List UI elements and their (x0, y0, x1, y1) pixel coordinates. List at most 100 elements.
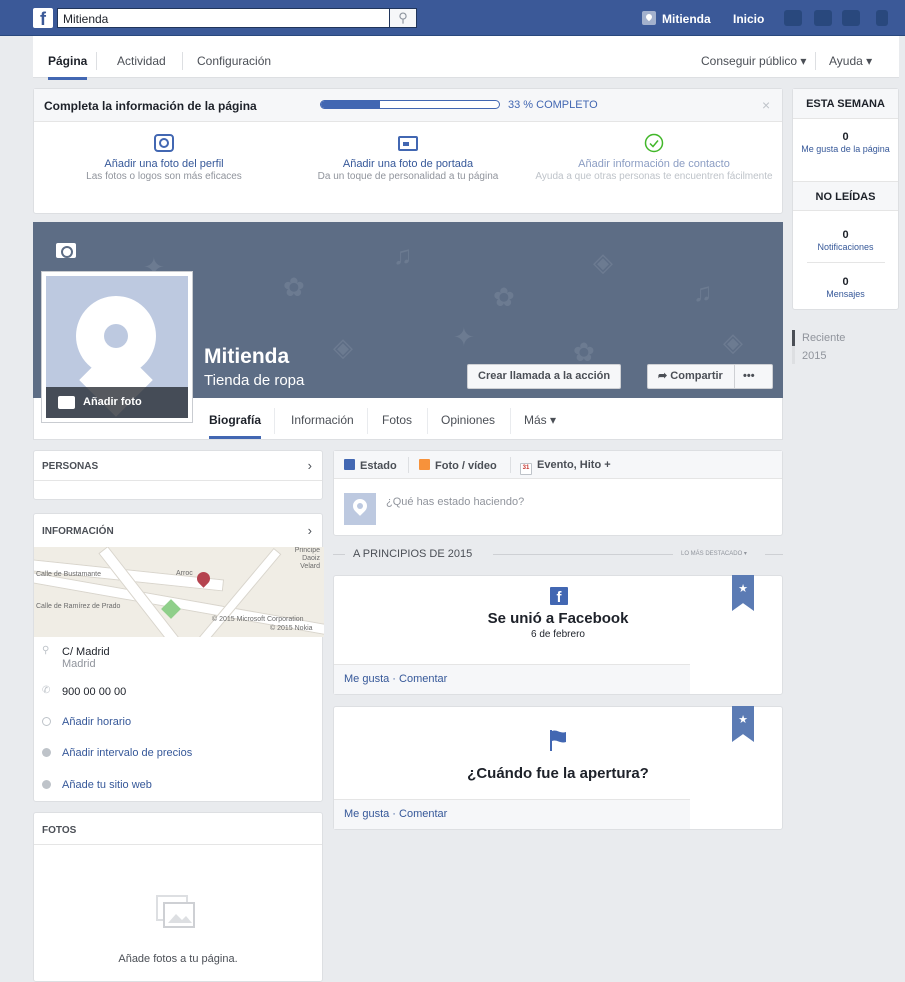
event-prompt: ¿Cuándo fue la apertura? (467, 765, 649, 782)
progress-fill (321, 101, 380, 108)
help-menu[interactable]: Ayuda ▾ (829, 54, 872, 68)
home-link[interactable]: Inicio (733, 12, 764, 26)
tab-divider (367, 408, 368, 434)
people-header[interactable]: PERSONAS (42, 461, 98, 472)
chevron-right-icon[interactable]: › (308, 458, 312, 473)
info-header[interactable]: INFORMACIÓN (42, 526, 114, 537)
people-card: PERSONAS › (33, 450, 323, 500)
tab-mas[interactable]: Más ▾ (524, 413, 556, 427)
pencil-icon (344, 459, 355, 470)
photo-icon (419, 459, 430, 470)
year-recent[interactable]: Reciente (802, 332, 845, 344)
tab-opiniones[interactable]: Opiniones (441, 413, 495, 427)
status-composer: Estado Foto / vídeo 31 Evento, Hito + ¿Qu… (333, 450, 783, 536)
messages-label[interactable]: Mensajes (793, 289, 898, 300)
profile-link[interactable]: Mitienda (662, 12, 711, 26)
page-completion-card: Completa la información de la página 33 … (33, 88, 783, 214)
map-street-label: Calle de Ramírez de Prado (36, 603, 121, 610)
tab-divider (274, 408, 275, 434)
tab-informacion[interactable]: Información (291, 413, 354, 427)
insights-sidebar: ESTA SEMANA 0 Me gusta de la página NO L… (792, 88, 899, 310)
notifications-count: 0 (842, 229, 849, 241)
highlights-filter[interactable]: LO MÁS DESTACADO ▾ (681, 550, 747, 557)
location-pin-icon: ⚲ (42, 645, 50, 656)
likes-stat[interactable]: 0 Me gusta de la página (793, 131, 898, 155)
completion-title: Completa la información de la página (44, 99, 257, 113)
facebook-logo-icon[interactable]: f (33, 8, 53, 29)
photos-header[interactable]: FOTOS (42, 825, 76, 836)
tab-actividad[interactable]: Actividad (117, 54, 166, 68)
likes-label[interactable]: Me gusta de la página (793, 144, 898, 155)
life-event-card-opening: ★ ¿Cuándo fue la apertura? Me gusta · Co… (333, 706, 783, 830)
add-prices-link[interactable]: Añadir intervalo de precios (62, 747, 192, 759)
flag-icon (548, 729, 568, 751)
story-actions[interactable]: Me gusta · Comentar (334, 664, 690, 694)
tab-foto-video[interactable]: Foto / vídeo (419, 459, 497, 472)
account-menu-icon[interactable] (876, 10, 888, 26)
tab-pagina[interactable]: Página (48, 54, 88, 80)
share-button[interactable]: ➦ Compartir (647, 364, 735, 389)
more-options-button[interactable]: ••• (735, 364, 773, 389)
checkmark-icon (644, 133, 664, 153)
share-arrow-icon: ➦ (658, 370, 671, 382)
timeline-section-divider: A PRINCIPIOS DE 2015 LO MÁS DESTACADO ▾ (333, 548, 783, 562)
page-avatar (344, 493, 376, 525)
cover-photo-icon (398, 133, 418, 153)
year-2015[interactable]: 2015 (802, 350, 826, 362)
tab-configuracion[interactable]: Configuración (197, 54, 271, 68)
camera-icon[interactable] (56, 243, 76, 258)
status-input[interactable]: ¿Qué has estado haciendo? (386, 496, 524, 508)
messages-icon[interactable] (814, 10, 832, 26)
tab-evento-hito[interactable]: 31 Evento, Hito + (520, 459, 611, 475)
tab-estado-label: Estado (360, 460, 397, 472)
page-avatar-icon[interactable] (642, 11, 656, 25)
globe-icon (42, 780, 51, 789)
likes-count: 0 (842, 131, 849, 143)
pin-dot (104, 324, 128, 348)
this-week-header: ESTA SEMANA (793, 89, 898, 119)
step-contact-info[interactable]: Añadir información de contacto Ayuda a q… (534, 133, 774, 182)
tab-estado[interactable]: Estado (344, 459, 397, 472)
photos-placeholder-icon (156, 895, 196, 929)
chevron-right-icon[interactable]: › (308, 523, 312, 538)
share-label: Compartir (670, 370, 723, 382)
profile-photo-icon (154, 133, 174, 153)
unread-header: NO LEÍDAS (793, 181, 898, 211)
add-hours-link[interactable]: Añadir horario (62, 716, 131, 728)
magnifier-icon[interactable]: ⚲ (390, 8, 417, 28)
map-street-label: Calle de Bustamante (36, 571, 101, 578)
tab-biografia[interactable]: Biografía (209, 413, 262, 439)
friend-requests-icon[interactable] (784, 10, 802, 26)
highlight-star-icon[interactable]: ★ (732, 706, 754, 742)
step-subtitle: Ayuda a que otras personas te encuentren… (535, 171, 773, 182)
add-photo-button[interactable]: Añadir foto (46, 387, 188, 418)
notifications-icon[interactable] (842, 10, 860, 26)
step-title[interactable]: Añadir una foto del perfil (44, 158, 284, 170)
messages-stat[interactable]: 0 Mensajes (793, 276, 898, 300)
progress-label: 33 % COMPLETO (508, 99, 598, 111)
map-poi-label: Arroc (176, 570, 193, 577)
get-audience-menu[interactable]: Conseguir público ▾ (701, 54, 806, 68)
search-input[interactable]: Mitienda (57, 8, 390, 28)
step-profile-photo[interactable]: Añadir una foto del perfil Las fotos o l… (44, 133, 284, 182)
step-title[interactable]: Añadir información de contacto (534, 158, 774, 170)
tab-fotos[interactable]: Fotos (382, 413, 412, 427)
tab-evento-label: Evento, Hito + (537, 459, 611, 471)
photos-card: FOTOS Añade fotos a tu página. (33, 812, 323, 982)
tab-divider (815, 52, 816, 70)
page-category: Tienda de ropa (204, 372, 305, 389)
location-map[interactable]: Calle de Bustamante Calle de Ramírez de … (34, 547, 324, 637)
close-icon[interactable]: × (762, 97, 770, 113)
notifications-stat[interactable]: 0 Notificaciones (793, 229, 898, 253)
story-actions[interactable]: Me gusta · Comentar (334, 799, 690, 829)
notifications-label[interactable]: Notificaciones (793, 242, 898, 253)
profile-picture[interactable]: Añadir foto (46, 276, 188, 418)
step-title[interactable]: Añadir una foto de portada (288, 158, 528, 170)
page-admin-tabs: Página Actividad Configuración Conseguir… (33, 36, 899, 80)
tab-divider (427, 408, 428, 434)
create-cta-button[interactable]: Crear llamada a la acción (467, 364, 622, 389)
profile-picture-frame[interactable]: Añadir foto (41, 271, 193, 423)
add-website-link[interactable]: Añade tu sitio web (62, 779, 152, 791)
highlight-star-icon[interactable]: ★ (732, 575, 754, 611)
step-cover-photo[interactable]: Añadir una foto de portada Da un toque d… (288, 133, 528, 182)
